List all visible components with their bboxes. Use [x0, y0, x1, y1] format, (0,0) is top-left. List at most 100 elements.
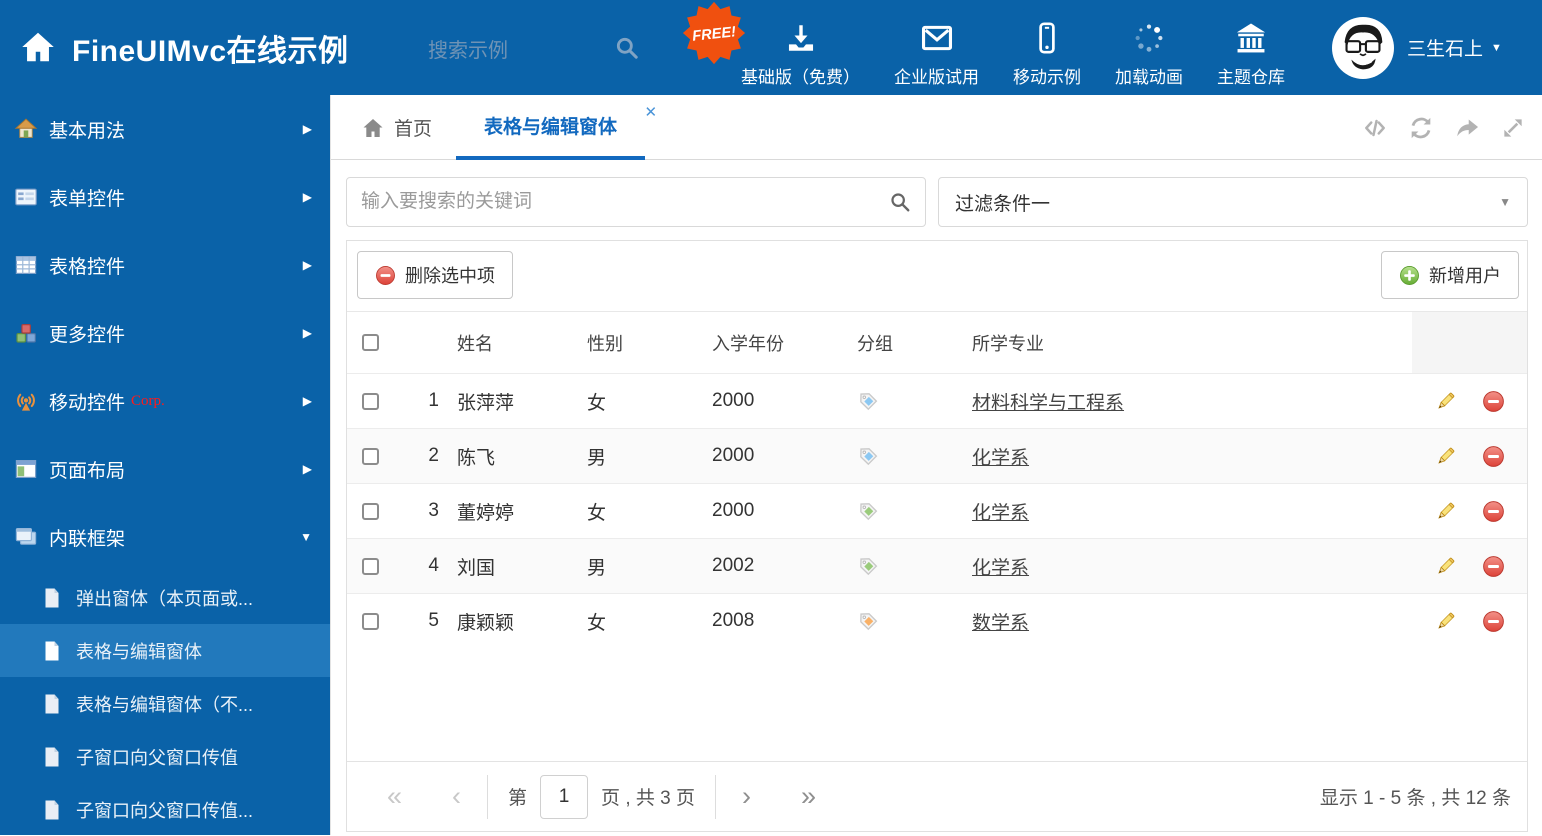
tab-tools — [1362, 95, 1526, 160]
cell-year: 2000 — [712, 500, 755, 521]
table-row[interactable]: 5 康颖颖 女 2008 数学系 — [347, 593, 1527, 648]
select-all-checkbox[interactable] — [362, 334, 379, 351]
home-icon[interactable] — [20, 29, 56, 65]
sidebar-item-basic-usage[interactable]: 基本用法 ▶ — [0, 95, 330, 163]
source-code-icon[interactable] — [1362, 115, 1388, 141]
major-link[interactable]: 化学系 — [972, 448, 1029, 469]
filter-dropdown-value: 过滤条件一 — [955, 193, 1051, 215]
minus-circle-icon — [376, 265, 395, 285]
row-checkbox[interactable] — [362, 392, 379, 410]
cell-group — [847, 445, 962, 468]
row-index: 4 — [428, 555, 439, 576]
home-icon — [14, 117, 38, 141]
cell-name: 刘国 — [457, 557, 496, 579]
sidebar-subitem-grid-edit-window-2[interactable]: 表格与编辑窗体（不... — [0, 677, 330, 730]
column-header-name[interactable]: 姓名 — [447, 330, 577, 356]
sidebar-item-page-layout[interactable]: 页面布局 ▶ — [0, 435, 330, 503]
column-header-year[interactable]: 入学年份 — [702, 330, 847, 356]
caret-down-icon: ▼ — [1499, 195, 1511, 209]
sidebar-item-grid-controls[interactable]: 表格控件 ▶ — [0, 231, 330, 299]
major-link[interactable]: 化学系 — [972, 558, 1029, 579]
last-page-button[interactable]: » — [795, 783, 822, 810]
table-search-box[interactable] — [346, 177, 926, 227]
delete-selected-button[interactable]: 删除选中项 — [357, 251, 513, 299]
arrow-right-icon: ▶ — [302, 190, 312, 204]
fullscreen-icon[interactable] — [1500, 115, 1526, 141]
filter-dropdown[interactable]: 过滤条件一 ▼ — [938, 177, 1528, 227]
mobile-icon — [1027, 18, 1067, 58]
cell-name: 董婷婷 — [457, 502, 515, 524]
user-menu[interactable]: 三生石上 ▼ — [1332, 0, 1502, 95]
cell-group — [847, 390, 962, 413]
search-icon — [616, 37, 638, 59]
cell-gender: 男 — [587, 447, 607, 469]
form-icon — [14, 185, 38, 209]
caret-down-icon: ▼ — [1491, 41, 1502, 54]
sidebar-subitem-child-to-parent-2[interactable]: 子窗口向父窗口传值... — [0, 783, 330, 836]
filter-row: 过滤条件一 ▼ — [346, 177, 1528, 227]
file-icon — [42, 799, 62, 821]
tag-icon — [860, 502, 878, 520]
open-new-window-icon[interactable] — [1454, 115, 1480, 141]
sidebar-subitem-popup-window[interactable]: 弹出窗体（本页面或... — [0, 571, 330, 624]
sidebar-item-form-controls[interactable]: 表单控件 ▶ — [0, 163, 330, 231]
edit-icon — [1438, 447, 1455, 464]
sidebar-nav: 基本用法 ▶ 表单控件 ▶ 表格控件 ▶ 更多控件 ▶ 移动控件 Corp. ▶ — [0, 95, 330, 835]
column-header-major[interactable]: 所学专业 — [962, 330, 1412, 356]
row-index: 3 — [428, 500, 439, 521]
table-row[interactable]: 4 刘国 男 2002 化学系 — [347, 538, 1527, 593]
page-label-prefix: 第 — [508, 788, 528, 809]
sidebar-subitem-grid-edit-window[interactable]: 表格与编辑窗体 — [0, 624, 330, 677]
major-link[interactable]: 材料科学与工程系 — [972, 393, 1124, 414]
table-row[interactable]: 3 董婷婷 女 2000 化学系 — [347, 483, 1527, 538]
cell-year: 2000 — [712, 445, 755, 466]
file-icon — [42, 693, 62, 715]
row-checkbox[interactable] — [362, 502, 379, 520]
cell-year: 2000 — [712, 390, 755, 411]
file-icon — [42, 640, 62, 662]
table-row[interactable]: 2 陈飞 男 2000 化学系 — [347, 428, 1527, 483]
close-icon[interactable]: ✕ — [644, 103, 657, 121]
column-header-group[interactable]: 分组 — [847, 330, 962, 356]
cell-group — [847, 610, 962, 633]
menu-item-label: 基础版（免费） — [741, 68, 860, 87]
refresh-icon[interactable] — [1408, 115, 1434, 141]
row-checkbox[interactable] — [362, 612, 379, 630]
menu-item-theme-repository[interactable]: 主题仓库 — [1200, 0, 1302, 88]
app-header: FineUIMvc在线示例 搜索示例 FREE! 基础版（免费） 企业版试用 移… — [0, 0, 1542, 95]
prev-page-button[interactable]: ‹ — [446, 783, 467, 810]
sidebar-item-more-controls[interactable]: 更多控件 ▶ — [0, 299, 330, 367]
row-checkbox[interactable] — [362, 447, 379, 465]
add-user-button[interactable]: 新增用户 — [1381, 251, 1519, 299]
first-page-button[interactable]: « — [381, 783, 408, 810]
sidebar-subitem-child-to-parent[interactable]: 子窗口向父窗口传值 — [0, 730, 330, 783]
column-header-gender[interactable]: 性别 — [577, 330, 702, 356]
file-icon — [42, 587, 62, 609]
cell-gender: 男 — [587, 557, 607, 579]
menu-item-enterprise-trial[interactable]: 企业版试用 — [877, 0, 996, 88]
major-link[interactable]: 数学系 — [972, 613, 1029, 634]
page-number-input[interactable] — [540, 774, 589, 819]
grid-toolbar: 删除选中项 新增用户 — [347, 241, 1527, 311]
tag-icon — [860, 612, 878, 630]
next-page-button[interactable]: › — [736, 783, 757, 810]
edit-icon — [1438, 392, 1455, 409]
row-checkbox[interactable] — [362, 557, 379, 575]
tab-home[interactable]: 首页 — [361, 95, 432, 160]
major-link[interactable]: 化学系 — [972, 503, 1029, 524]
edit-icon — [1438, 557, 1455, 574]
menu-item-mobile-demo[interactable]: 移动示例 — [996, 0, 1098, 88]
sidebar-item-iframe[interactable]: 内联框架 ▼ — [0, 503, 330, 571]
sidebar-item-mobile-controls[interactable]: 移动控件 Corp. ▶ — [0, 367, 330, 435]
delete-row-icon — [1483, 390, 1504, 412]
record-summary: 显示 1 - 5 条 , 共 12 条 — [1319, 788, 1511, 809]
tab-grid-edit-window[interactable]: 表格与编辑窗体 ✕ — [456, 95, 657, 160]
menu-item-loading-animations[interactable]: 加载动画 — [1098, 0, 1200, 88]
pagination-bar: « ‹ 第 页 , 共 3 页 › » 显示 1 - 5 条 , 共 12 条 — [347, 761, 1527, 831]
table-row[interactable]: 1 张萍萍 女 2000 材料科学与工程系 — [347, 373, 1527, 428]
antenna-icon — [14, 389, 38, 413]
table-search-input[interactable] — [361, 191, 889, 213]
menu-item-basic-free[interactable]: 基础版（免费） — [724, 0, 877, 88]
row-index: 2 — [428, 445, 439, 466]
header-search[interactable]: 搜索示例 — [428, 30, 640, 66]
